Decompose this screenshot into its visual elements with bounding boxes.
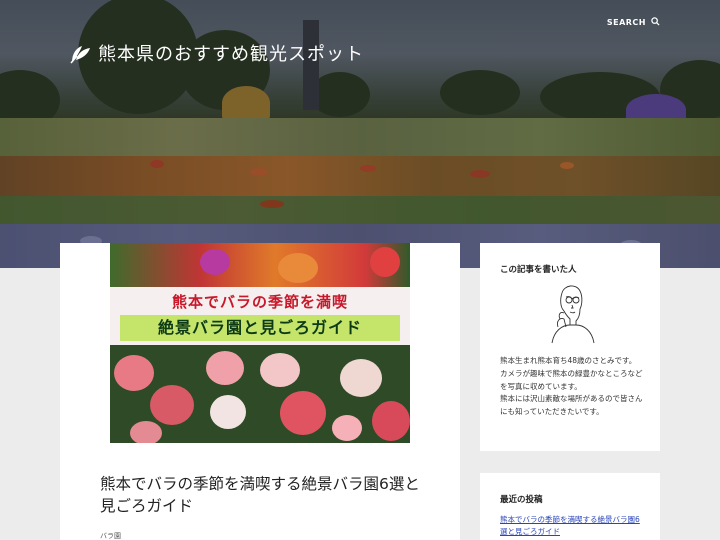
thumbnail-banner: 熊本でバラの季節を満喫 絶景バラ園と見ごろガイド [110,287,410,345]
search-label: SEARCH [606,18,646,27]
author-portrait [542,281,602,349]
about-author-widget: この記事を書いた人 熊本生まれ熊本育ち48歳のさとみです。 カメラが趣味で熊本の… [480,243,660,451]
banner-line-2-box: 絶景バラ園と見ごろガイド [120,315,400,341]
recent-post-link[interactable]: 熊本でバラの季節を満喫する絶景バラ園6選と見ごろガイド [500,514,645,538]
post-thumbnail[interactable]: 熊本でバラの季節を満喫 絶景バラ園と見ごろガイド [110,243,410,443]
search-button[interactable]: SEARCH [607,17,660,28]
site-title[interactable]: 熊本県のおすすめ観光スポット [68,40,364,66]
banner-line-1: 熊本でバラの季節を満喫 [171,293,348,311]
leaf-icon [68,42,92,64]
hero-header-image: 熊本県のおすすめ観光スポット SEARCH [0,0,720,268]
site-title-text: 熊本県のおすすめ観光スポット [98,44,364,65]
recent-heading: 最近の投稿 [500,495,543,505]
author-bio: 熊本生まれ熊本育ち48歳のさとみです。 カメラが趣味で熊本の緑豊かなところなどを… [500,355,645,419]
post-category[interactable]: バラ園 [100,531,121,540]
roses-photo [110,345,410,443]
post-card: 熊本でバラの季節を満喫 絶景バラ園と見ごろガイド 熊本でバラの季節を満喫する絶景… [60,243,460,540]
search-icon [651,17,660,28]
recent-posts-widget: 最近の投稿 熊本でバラの季節を満喫する絶景バラ園6選と見ごろガイド [480,473,660,540]
post-title[interactable]: 熊本でバラの季節を満喫する絶景バラ園6選と見ごろガイド [100,473,430,517]
banner-line-2: 絶景バラ園と見ごろガイド [157,318,362,337]
bio-line: カメラが趣味で熊本の緑豊かなところなどを写真に収めています。 [500,368,643,391]
bio-line: 熊本には沢山素敵な場所があるので皆さんにも知っていただきたいです。 [500,394,643,417]
bio-line: 熊本生まれ熊本育ち48歳のさとみです。 [500,356,637,365]
about-heading: この記事を書いた人 [500,265,577,275]
